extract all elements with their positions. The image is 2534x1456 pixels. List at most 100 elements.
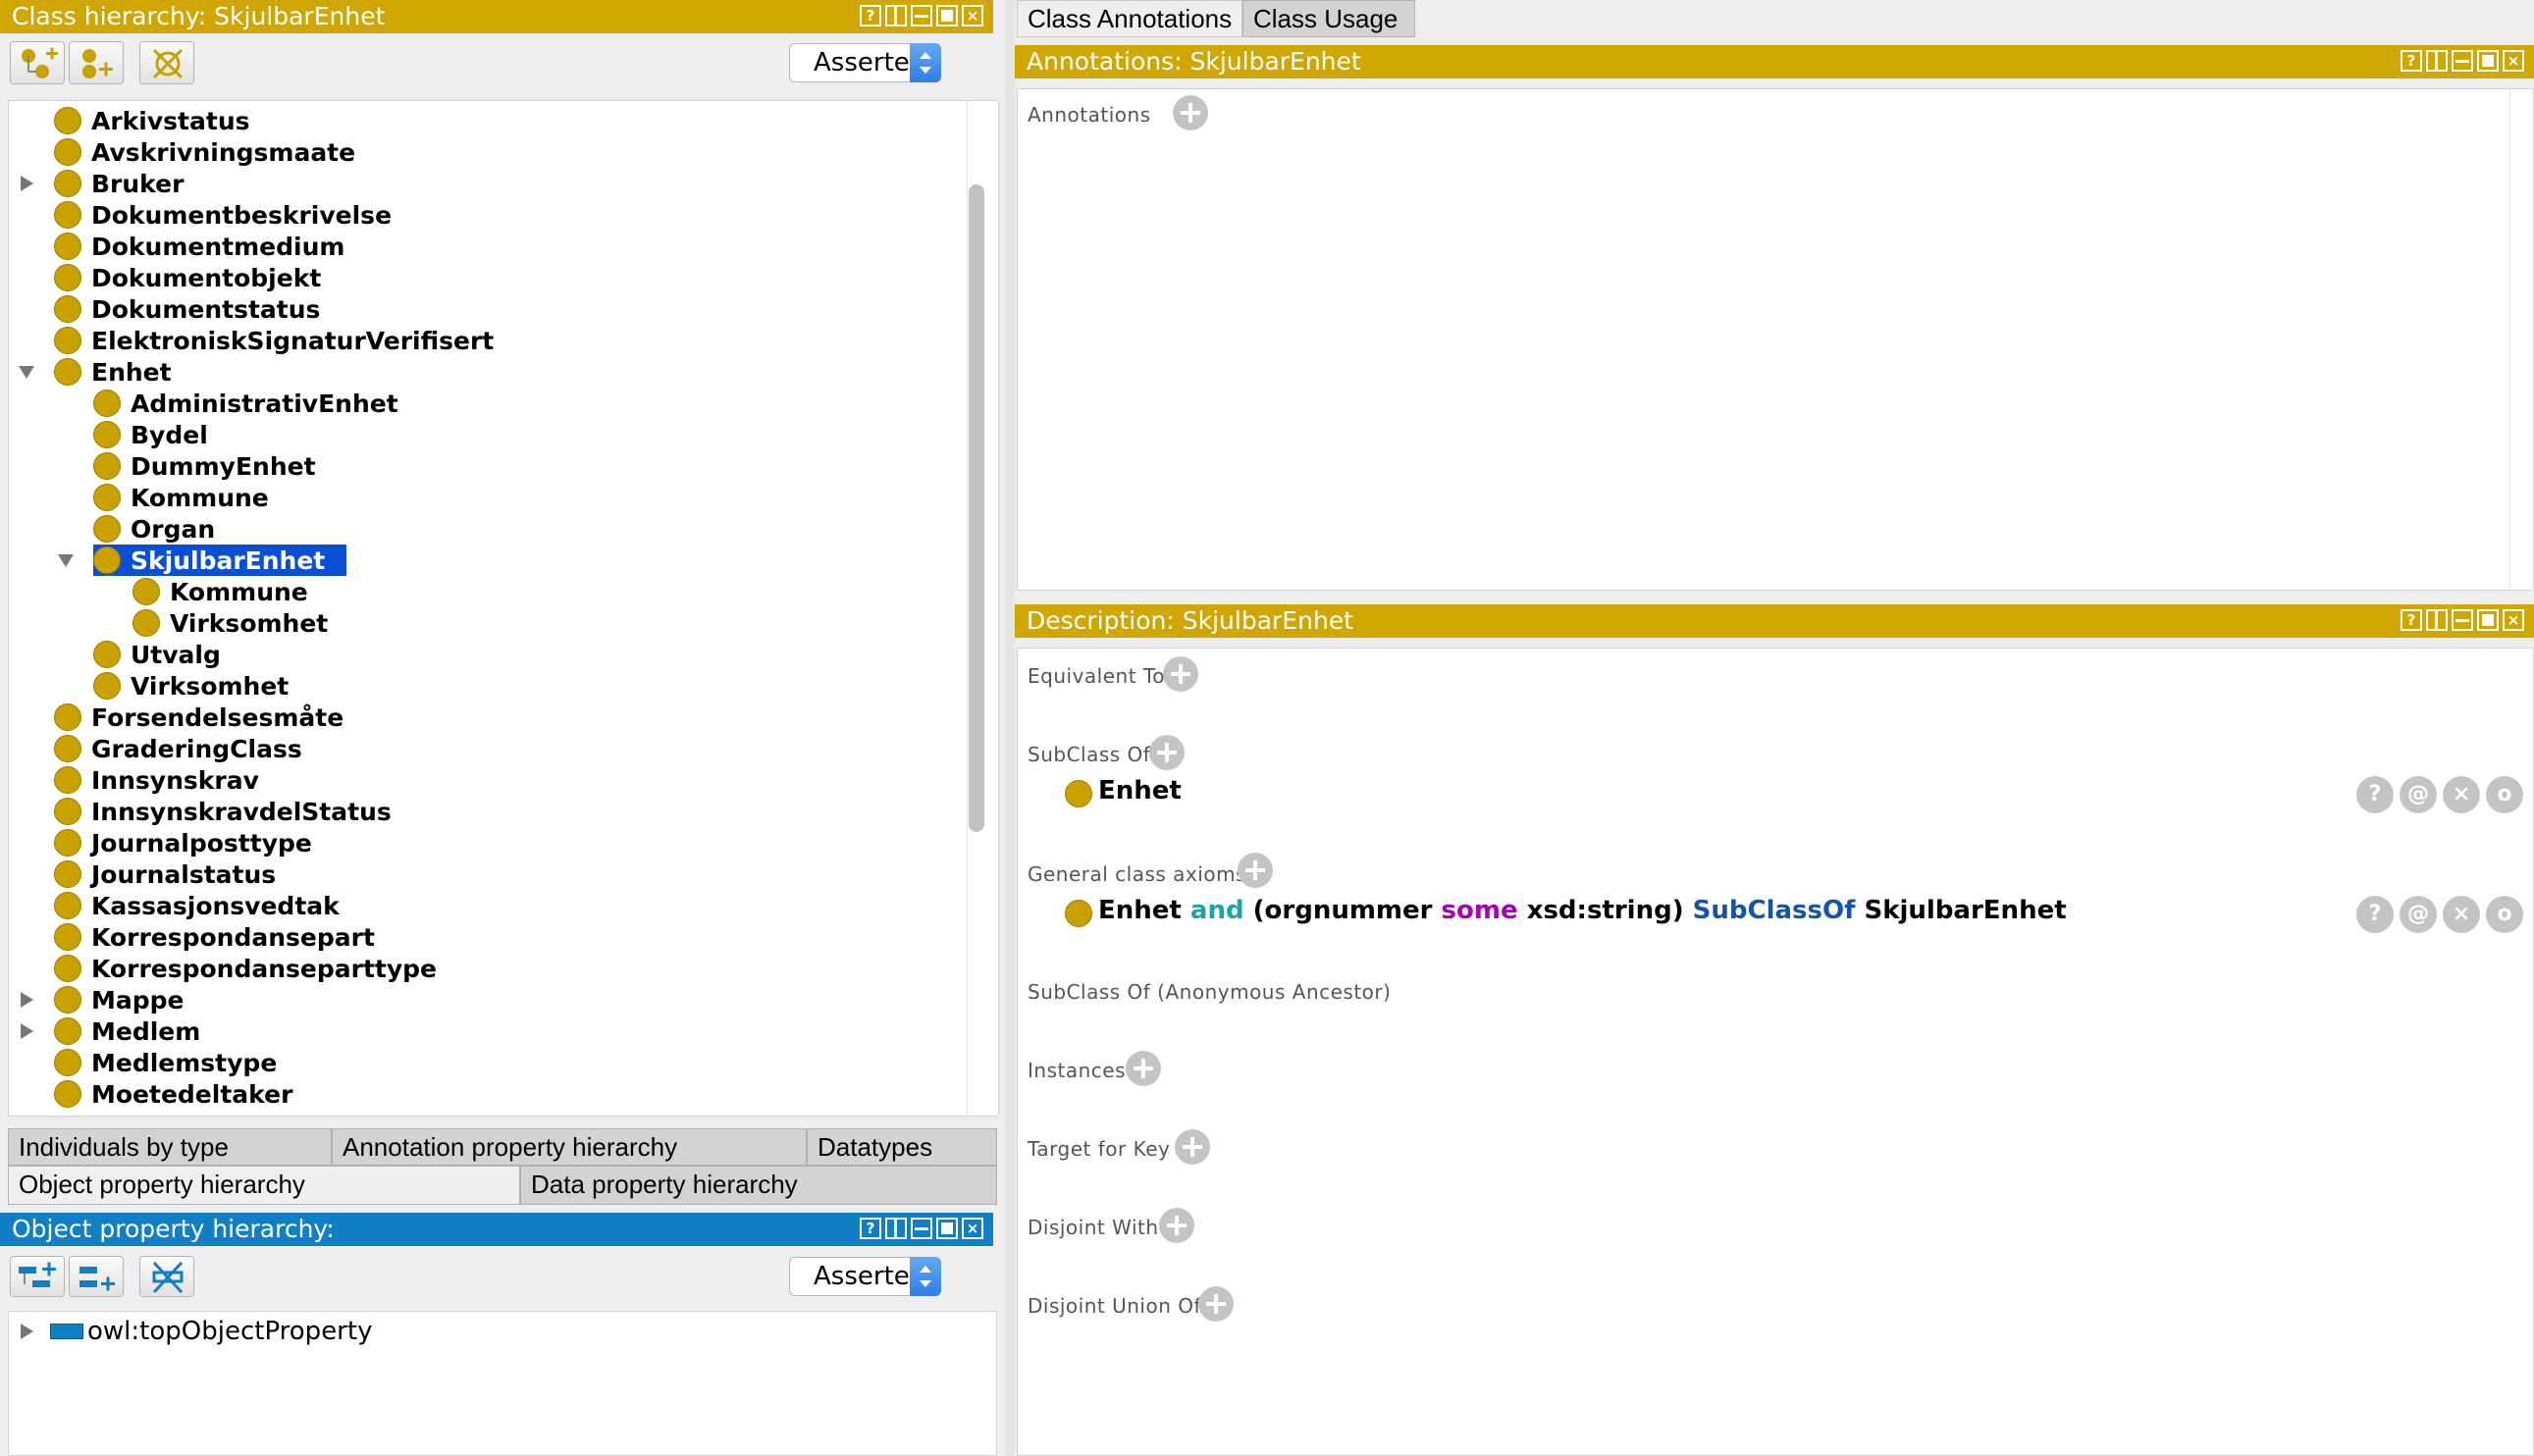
tab-class-usage[interactable]: Class Usage: [1242, 0, 1415, 37]
tab-datatypes[interactable]: Datatypes: [807, 1128, 997, 1166]
class-tree-item[interactable]: Avskrivningsmaate: [54, 136, 355, 168]
minimize-icon[interactable]: [2452, 50, 2473, 72]
edit-button[interactable]: o: [2486, 896, 2523, 933]
object-property-mode-select[interactable]: Asserted: [789, 1257, 941, 1296]
class-tree-item[interactable]: Journalposttype: [54, 827, 312, 858]
split-icon[interactable]: [885, 1218, 907, 1239]
class-hierarchy-mode-select[interactable]: Asserted: [789, 43, 941, 82]
class-tree-item[interactable]: Journalstatus: [54, 858, 276, 890]
add-key-button[interactable]: [1175, 1129, 1210, 1165]
collapse-arrow-icon[interactable]: [58, 554, 74, 567]
delete-button[interactable]: ×: [2443, 776, 2480, 813]
general-axiom-expression[interactable]: Enhet and (orgnummer some xsd:string) Su…: [1098, 896, 2067, 925]
class-tree-item[interactable]: Bruker: [54, 168, 184, 199]
class-tree-scrollbar[interactable]: [969, 184, 984, 832]
class-icon: [54, 201, 81, 229]
top-object-property[interactable]: owl:topObjectProperty: [87, 1314, 372, 1349]
class-tree-item[interactable]: InnsynskravdelStatus: [54, 796, 392, 827]
split-icon[interactable]: [2426, 609, 2448, 631]
class-tree-item[interactable]: ElektroniskSignaturVerifisert: [54, 325, 494, 356]
class-tree-item[interactable]: Dokumentobjekt: [54, 262, 321, 293]
class-tree-item[interactable]: Innsynskrav: [54, 764, 259, 796]
class-tree-item[interactable]: Virksomhet: [93, 670, 289, 702]
edit-button[interactable]: o: [2486, 776, 2523, 813]
class-tree-item[interactable]: Organ: [93, 513, 215, 545]
class-tree-label: Kommune: [131, 483, 269, 512]
class-tree-item[interactable]: Korrespondansepart: [54, 921, 375, 953]
tab-object-property-hierarchy[interactable]: Object property hierarchy: [8, 1166, 520, 1205]
expand-arrow-icon[interactable]: [21, 992, 33, 1008]
class-tree-item[interactable]: Dokumentmedium: [54, 231, 344, 262]
class-tree-item[interactable]: Medlem: [54, 1015, 200, 1047]
class-tree-item[interactable]: Virksomhet: [132, 607, 328, 639]
class-tree-item[interactable]: SkjulbarEnhet: [93, 545, 347, 576]
class-tree-item[interactable]: Enhet: [54, 356, 172, 388]
delete-class-button[interactable]: [139, 41, 194, 84]
add-subclass-button[interactable]: [10, 41, 65, 84]
close-icon[interactable]: ×: [962, 5, 983, 26]
class-tree-item[interactable]: Forsendelsesmåte: [54, 702, 343, 733]
split-icon[interactable]: [885, 5, 907, 26]
class-icon: [54, 295, 81, 323]
class-tree-item[interactable]: Moetedeltaker: [54, 1078, 292, 1110]
help-icon[interactable]: ?: [2401, 609, 2422, 631]
class-tree-item[interactable]: Arkivstatus: [54, 105, 250, 136]
class-tree-item[interactable]: Medlemstype: [54, 1047, 277, 1078]
add-sub-property-button[interactable]: [10, 1256, 65, 1297]
class-tree-item[interactable]: GraderingClass: [54, 733, 302, 764]
maximize-icon[interactable]: [2477, 609, 2499, 631]
class-tree-item[interactable]: Korrespondanseparttype: [54, 953, 437, 984]
class-tree[interactable]: Arkivstatus Avskrivningsmaate Bruker Dokume…: [8, 100, 999, 1117]
minimize-icon[interactable]: [2452, 609, 2473, 631]
add-subclass-of-button[interactable]: [1149, 735, 1185, 770]
class-tree-item[interactable]: Mappe: [54, 984, 185, 1015]
tab-annotation-property-hierarchy[interactable]: Annotation property hierarchy: [332, 1128, 807, 1166]
collapse-arrow-icon[interactable]: [19, 366, 34, 379]
close-icon[interactable]: ×: [2503, 50, 2524, 72]
help-icon[interactable]: ?: [2401, 50, 2422, 72]
expand-arrow-icon[interactable]: [21, 176, 33, 191]
help-icon[interactable]: ?: [860, 1218, 881, 1239]
subclass-of-value[interactable]: Enhet: [1098, 776, 1182, 806]
add-sibling-property-button[interactable]: [69, 1256, 124, 1297]
tab-class-annotations[interactable]: Class Annotations: [1017, 0, 1242, 37]
close-icon[interactable]: ×: [962, 1218, 983, 1239]
add-disjoint-button[interactable]: [1159, 1208, 1194, 1243]
add-disjoint-union-button[interactable]: [1198, 1286, 1234, 1322]
split-pane-divider[interactable]: [1005, 0, 1015, 1456]
expand-arrow-icon[interactable]: [21, 1023, 33, 1039]
tab-data-property-hierarchy[interactable]: Data property hierarchy: [520, 1166, 997, 1205]
add-general-axiom-button[interactable]: [1238, 853, 1273, 888]
class-tree-item[interactable]: Dokumentbeskrivelse: [54, 199, 392, 231]
close-icon[interactable]: ×: [2503, 609, 2524, 631]
split-icon[interactable]: [2426, 50, 2448, 72]
class-tree-item[interactable]: Bydel: [93, 419, 208, 450]
class-tree-label: Enhet: [91, 357, 172, 387]
add-annotation-button[interactable]: [1173, 95, 1208, 130]
maximize-icon[interactable]: [2477, 50, 2499, 72]
class-tree-item[interactable]: Dokumentstatus: [54, 293, 320, 325]
add-equivalent-button[interactable]: [1163, 656, 1198, 692]
tab-individuals-by-type[interactable]: Individuals by type: [8, 1128, 332, 1166]
add-sibling-button[interactable]: [69, 41, 124, 84]
object-property-tree[interactable]: owl:topObjectProperty: [8, 1311, 997, 1456]
annotate-button[interactable]: @: [2400, 896, 2437, 933]
class-tree-item[interactable]: Kassasjonsvedtak: [54, 890, 340, 921]
class-tree-item[interactable]: Utvalg: [93, 639, 221, 670]
delete-property-button[interactable]: [139, 1256, 194, 1297]
explain-button[interactable]: ?: [2356, 896, 2394, 933]
expand-arrow-icon[interactable]: [21, 1324, 33, 1339]
class-tree-item[interactable]: DummyEnhet: [93, 450, 316, 482]
explain-button[interactable]: ?: [2356, 776, 2394, 813]
minimize-icon[interactable]: [911, 5, 932, 26]
minimize-icon[interactable]: [911, 1218, 932, 1239]
maximize-icon[interactable]: [936, 5, 958, 26]
add-instance-button[interactable]: [1126, 1051, 1161, 1086]
annotate-button[interactable]: @: [2400, 776, 2437, 813]
class-tree-item[interactable]: AdministrativEnhet: [93, 388, 398, 419]
delete-button[interactable]: ×: [2443, 896, 2480, 933]
maximize-icon[interactable]: [936, 1218, 958, 1239]
class-tree-item[interactable]: Kommune: [93, 482, 269, 513]
help-icon[interactable]: ?: [860, 5, 881, 26]
class-tree-item[interactable]: Kommune: [132, 576, 308, 607]
